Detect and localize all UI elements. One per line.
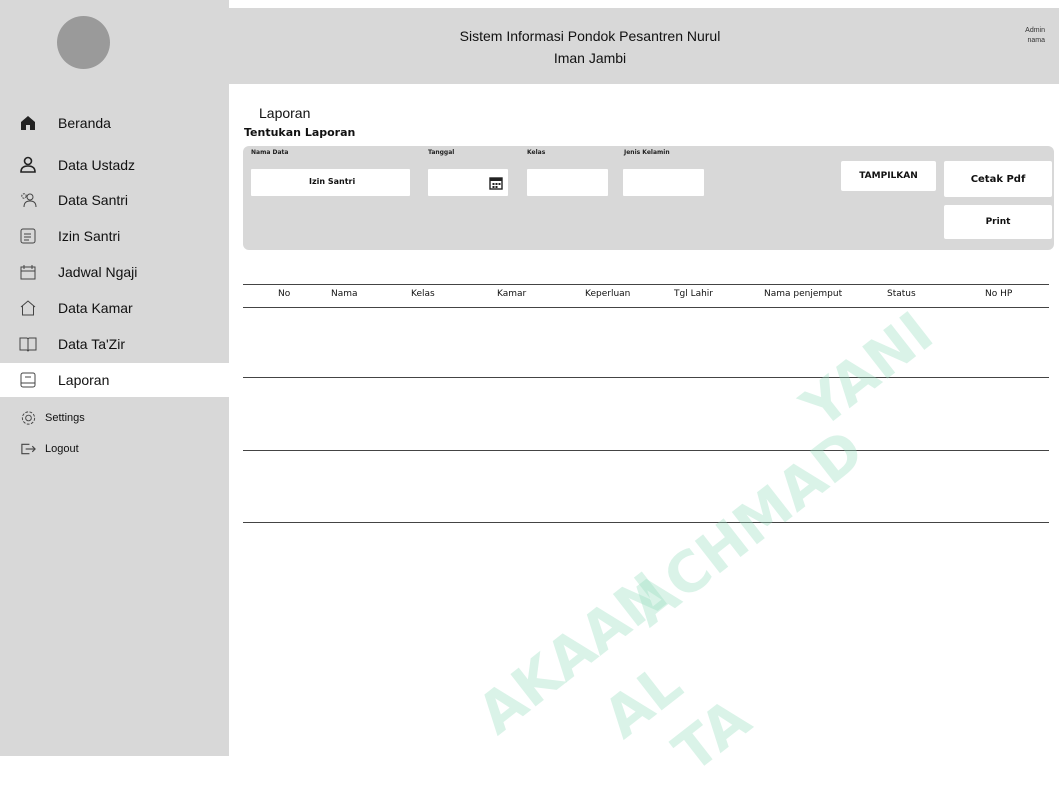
app-title-line2: Iman Jambi — [553, 50, 627, 66]
sidebar-item-data-kamar[interactable]: Data Kamar — [0, 291, 229, 325]
jenis-kelamin-label: Jenis Kelamin — [624, 149, 670, 156]
sidebar-item-izin-santri[interactable]: Izin Santri — [0, 219, 229, 253]
sidebar-item-label: Laporan — [58, 372, 110, 388]
section-title: Tentukan Laporan — [244, 126, 356, 139]
sidebar-item-label: Izin Santri — [58, 228, 121, 244]
table-row-divider — [243, 522, 1049, 523]
column-header-nama-penjemput: Nama penjemput — [764, 289, 843, 299]
admin-info[interactable]: Admin nama — [1005, 26, 1045, 46]
logo-avatar — [57, 16, 110, 69]
tanggal-input[interactable] — [428, 169, 508, 196]
table-row-divider — [243, 377, 1049, 378]
nama-data-value: Izin Santri — [309, 177, 356, 186]
calendar-icon — [19, 263, 37, 281]
print-button[interactable]: Print — [944, 205, 1052, 239]
sidebar-item-label: Data Santri — [58, 192, 129, 208]
tampilkan-button[interactable]: TAMPILKAN — [841, 161, 936, 191]
filter-panel: Nama Data Izin Santri Tanggal Kelas Jeni… — [243, 146, 1054, 250]
sidebar-item-data-tazir[interactable]: Data Ta'Zir — [0, 327, 229, 361]
sidebar-item-data-ustadz[interactable]: Data Ustadz — [0, 148, 229, 182]
admin-name: nama — [1027, 37, 1045, 44]
sidebar-item-jadwal-ngaji[interactable]: Jadwal Ngaji — [0, 255, 229, 289]
column-header-kelas: Kelas — [411, 289, 435, 299]
users-icon — [19, 191, 37, 209]
column-header-keperluan: Keperluan — [585, 289, 631, 299]
sidebar-item-label: Data Kamar — [58, 300, 133, 316]
tanggal-label: Tanggal — [428, 149, 455, 156]
sidebar-item-label: Data Ustadz — [58, 157, 136, 173]
sidebar-item-label: Settings — [45, 412, 85, 424]
sidebar-item-settings[interactable]: Settings — [0, 403, 229, 433]
admin-label: Admin — [1025, 27, 1045, 34]
app-title: Sistem Informasi Pondok Pesantren Nurul … — [445, 25, 735, 69]
watermark-text: YANI — [790, 299, 946, 442]
sidebar-item-label: Data Ta'Zir — [58, 336, 125, 352]
report-icon — [19, 371, 37, 389]
nama-data-label: Nama Data — [251, 149, 289, 156]
book-icon — [19, 335, 37, 353]
column-header-kamar: Kamar — [497, 289, 527, 299]
sidebar-item-beranda[interactable]: Beranda — [0, 106, 229, 140]
sidebar-item-laporan[interactable]: Laporan — [0, 363, 229, 397]
table-header: No Nama Kelas Kamar Keperluan Tgl Lahir … — [243, 284, 1049, 308]
sidebar-item-data-santri[interactable]: Data Santri — [0, 183, 229, 217]
logout-icon — [20, 441, 37, 458]
sidebar-item-label: Jadwal Ngaji — [58, 264, 138, 280]
column-header-tgl-lahir: Tgl Lahir — [674, 289, 714, 299]
home-icon — [19, 114, 37, 132]
nama-data-select[interactable]: Izin Santri — [251, 169, 410, 196]
sidebar-item-label: Beranda — [58, 115, 111, 131]
column-header-no: No — [278, 289, 291, 299]
calendar-icon[interactable] — [489, 175, 503, 190]
gear-icon — [20, 410, 37, 427]
table-row-divider — [243, 450, 1049, 451]
user-icon — [19, 156, 37, 174]
sidebar-item-logout[interactable]: Logout — [0, 434, 229, 464]
jenis-kelamin-input[interactable] — [623, 169, 704, 196]
column-header-nama: Nama — [331, 289, 358, 299]
document-icon — [19, 227, 37, 245]
app-title-line1: Sistem Informasi Pondok Pesantren Nurul — [459, 28, 721, 44]
column-header-no-hp: No HP — [985, 289, 1013, 299]
kelas-input[interactable] — [527, 169, 608, 196]
house-outline-icon — [19, 299, 37, 317]
column-header-status: Status — [887, 289, 916, 299]
sidebar-item-label: Logout — [45, 443, 79, 455]
cetak-pdf-button[interactable]: Cetak Pdf — [944, 161, 1052, 197]
page-title: Laporan — [259, 105, 311, 121]
kelas-label: Kelas — [527, 149, 546, 156]
